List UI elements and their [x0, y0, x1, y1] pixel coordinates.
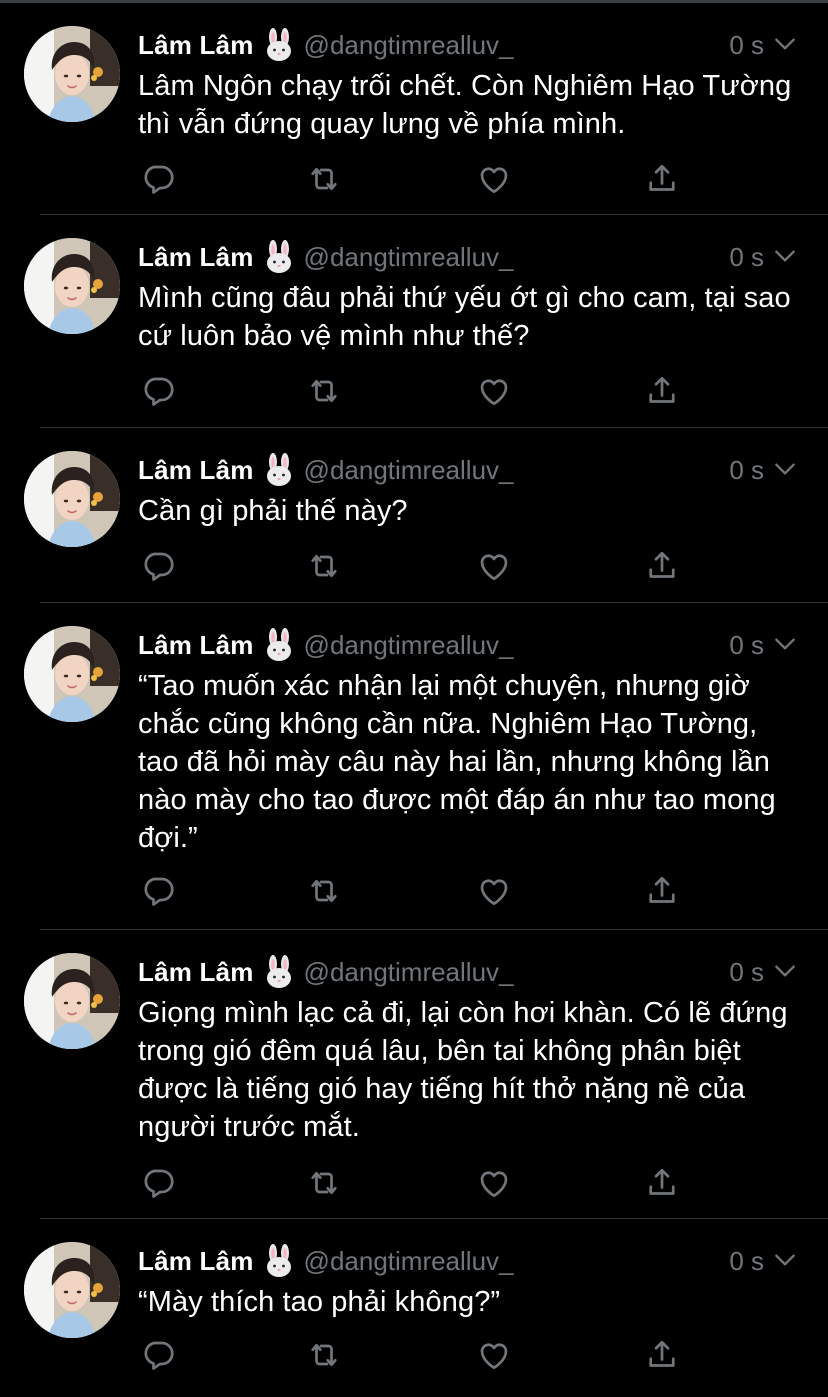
retweet-icon[interactable] — [304, 1163, 344, 1203]
display-name[interactable]: Lâm Lâm — [138, 30, 254, 61]
share-icon[interactable] — [642, 1335, 682, 1375]
reply-icon[interactable] — [138, 159, 178, 199]
share-icon[interactable] — [642, 371, 682, 411]
tweet[interactable]: Lâm Lâm @dangtimrealluv_ 0 s Cần gì phải… — [0, 428, 828, 603]
display-name[interactable]: Lâm Lâm — [138, 242, 254, 273]
tweet-timestamp[interactable]: 0 s — [729, 237, 764, 277]
like-icon[interactable] — [474, 546, 514, 586]
like-icon[interactable] — [474, 159, 514, 199]
share-icon[interactable] — [642, 159, 682, 199]
reply-icon[interactable] — [138, 546, 178, 586]
user-handle[interactable]: @dangtimrealluv_ — [304, 242, 514, 273]
display-name[interactable]: Lâm Lâm — [138, 957, 254, 988]
chevron-down-icon[interactable] — [772, 243, 798, 269]
rabbit-face-icon — [264, 28, 294, 62]
display-name[interactable]: Lâm Lâm — [138, 455, 254, 486]
tweet[interactable]: Lâm Lâm @dangtimrealluv_ 0 s Lâm Ngôn ch… — [0, 3, 828, 215]
share-icon[interactable] — [642, 871, 682, 911]
chevron-down-icon[interactable] — [772, 958, 798, 984]
tweet-feed: Lâm Lâm @dangtimrealluv_ 0 s Lâm Ngôn ch… — [0, 3, 828, 1397]
tweet-text: Mình cũng đâu phải thứ yếu ớt gì cho cam… — [138, 282, 791, 352]
display-name[interactable]: Lâm Lâm — [138, 630, 254, 661]
retweet-icon[interactable] — [304, 371, 344, 411]
user-handle[interactable]: @dangtimrealluv_ — [304, 630, 514, 661]
display-name[interactable]: Lâm Lâm — [138, 1246, 254, 1277]
chevron-down-icon[interactable] — [772, 631, 798, 657]
reply-icon[interactable] — [138, 371, 178, 411]
retweet-icon[interactable] — [304, 871, 344, 911]
avatar[interactable] — [24, 1242, 120, 1338]
tweet-text: “Mày thích tao phải không?” — [138, 1286, 501, 1318]
share-icon[interactable] — [642, 546, 682, 586]
tweet-text: Giọng mình lạc cả đi, lại còn hơi khàn. … — [138, 997, 788, 1143]
tweet-timestamp[interactable]: 0 s — [729, 450, 764, 490]
user-handle[interactable]: @dangtimrealluv_ — [304, 957, 514, 988]
reply-icon[interactable] — [138, 1335, 178, 1375]
like-icon[interactable] — [474, 1335, 514, 1375]
avatar[interactable] — [24, 953, 120, 1049]
rabbit-face-icon — [264, 1244, 294, 1278]
rabbit-face-icon — [264, 453, 294, 487]
like-icon[interactable] — [474, 1163, 514, 1203]
chevron-down-icon[interactable] — [772, 456, 798, 482]
share-icon[interactable] — [642, 1163, 682, 1203]
retweet-icon[interactable] — [304, 1335, 344, 1375]
tweet[interactable]: Lâm Lâm @dangtimrealluv_ 0 s Mình cũng đ… — [0, 215, 828, 428]
chevron-down-icon[interactable] — [772, 31, 798, 57]
reply-icon[interactable] — [138, 871, 178, 911]
tweet-text: Lâm Ngôn chạy trối chết. Còn Nghiêm Hạo … — [138, 70, 792, 140]
rabbit-face-icon — [264, 955, 294, 989]
tweet-timestamp[interactable]: 0 s — [729, 625, 764, 665]
tweet-timestamp[interactable]: 0 s — [729, 25, 764, 65]
avatar[interactable] — [24, 626, 120, 722]
tweet[interactable]: Lâm Lâm @dangtimrealluv_ 0 s Giọng mình … — [0, 930, 828, 1219]
rabbit-face-icon — [264, 628, 294, 662]
tweet[interactable]: Lâm Lâm @dangtimrealluv_ 0 s “Mày thích … — [0, 1219, 828, 1397]
avatar[interactable] — [24, 238, 120, 334]
tweet-timestamp[interactable]: 0 s — [729, 1241, 764, 1281]
like-icon[interactable] — [474, 371, 514, 411]
reply-icon[interactable] — [138, 1163, 178, 1203]
chevron-down-icon[interactable] — [772, 1247, 798, 1273]
rabbit-face-icon — [264, 240, 294, 274]
tweet-text: “Tao muốn xác nhận lại một chuyện, nhưng… — [138, 670, 776, 854]
tweet[interactable]: Lâm Lâm @dangtimrealluv_ 0 s “Tao muốn x… — [0, 603, 828, 930]
like-icon[interactable] — [474, 871, 514, 911]
user-handle[interactable]: @dangtimrealluv_ — [304, 30, 514, 61]
tweet-timestamp[interactable]: 0 s — [729, 952, 764, 992]
user-handle[interactable]: @dangtimrealluv_ — [304, 1246, 514, 1277]
retweet-icon[interactable] — [304, 546, 344, 586]
retweet-icon[interactable] — [304, 159, 344, 199]
avatar[interactable] — [24, 451, 120, 547]
avatar[interactable] — [24, 26, 120, 122]
user-handle[interactable]: @dangtimrealluv_ — [304, 455, 514, 486]
tweet-text: Cần gì phải thế này? — [138, 495, 408, 527]
